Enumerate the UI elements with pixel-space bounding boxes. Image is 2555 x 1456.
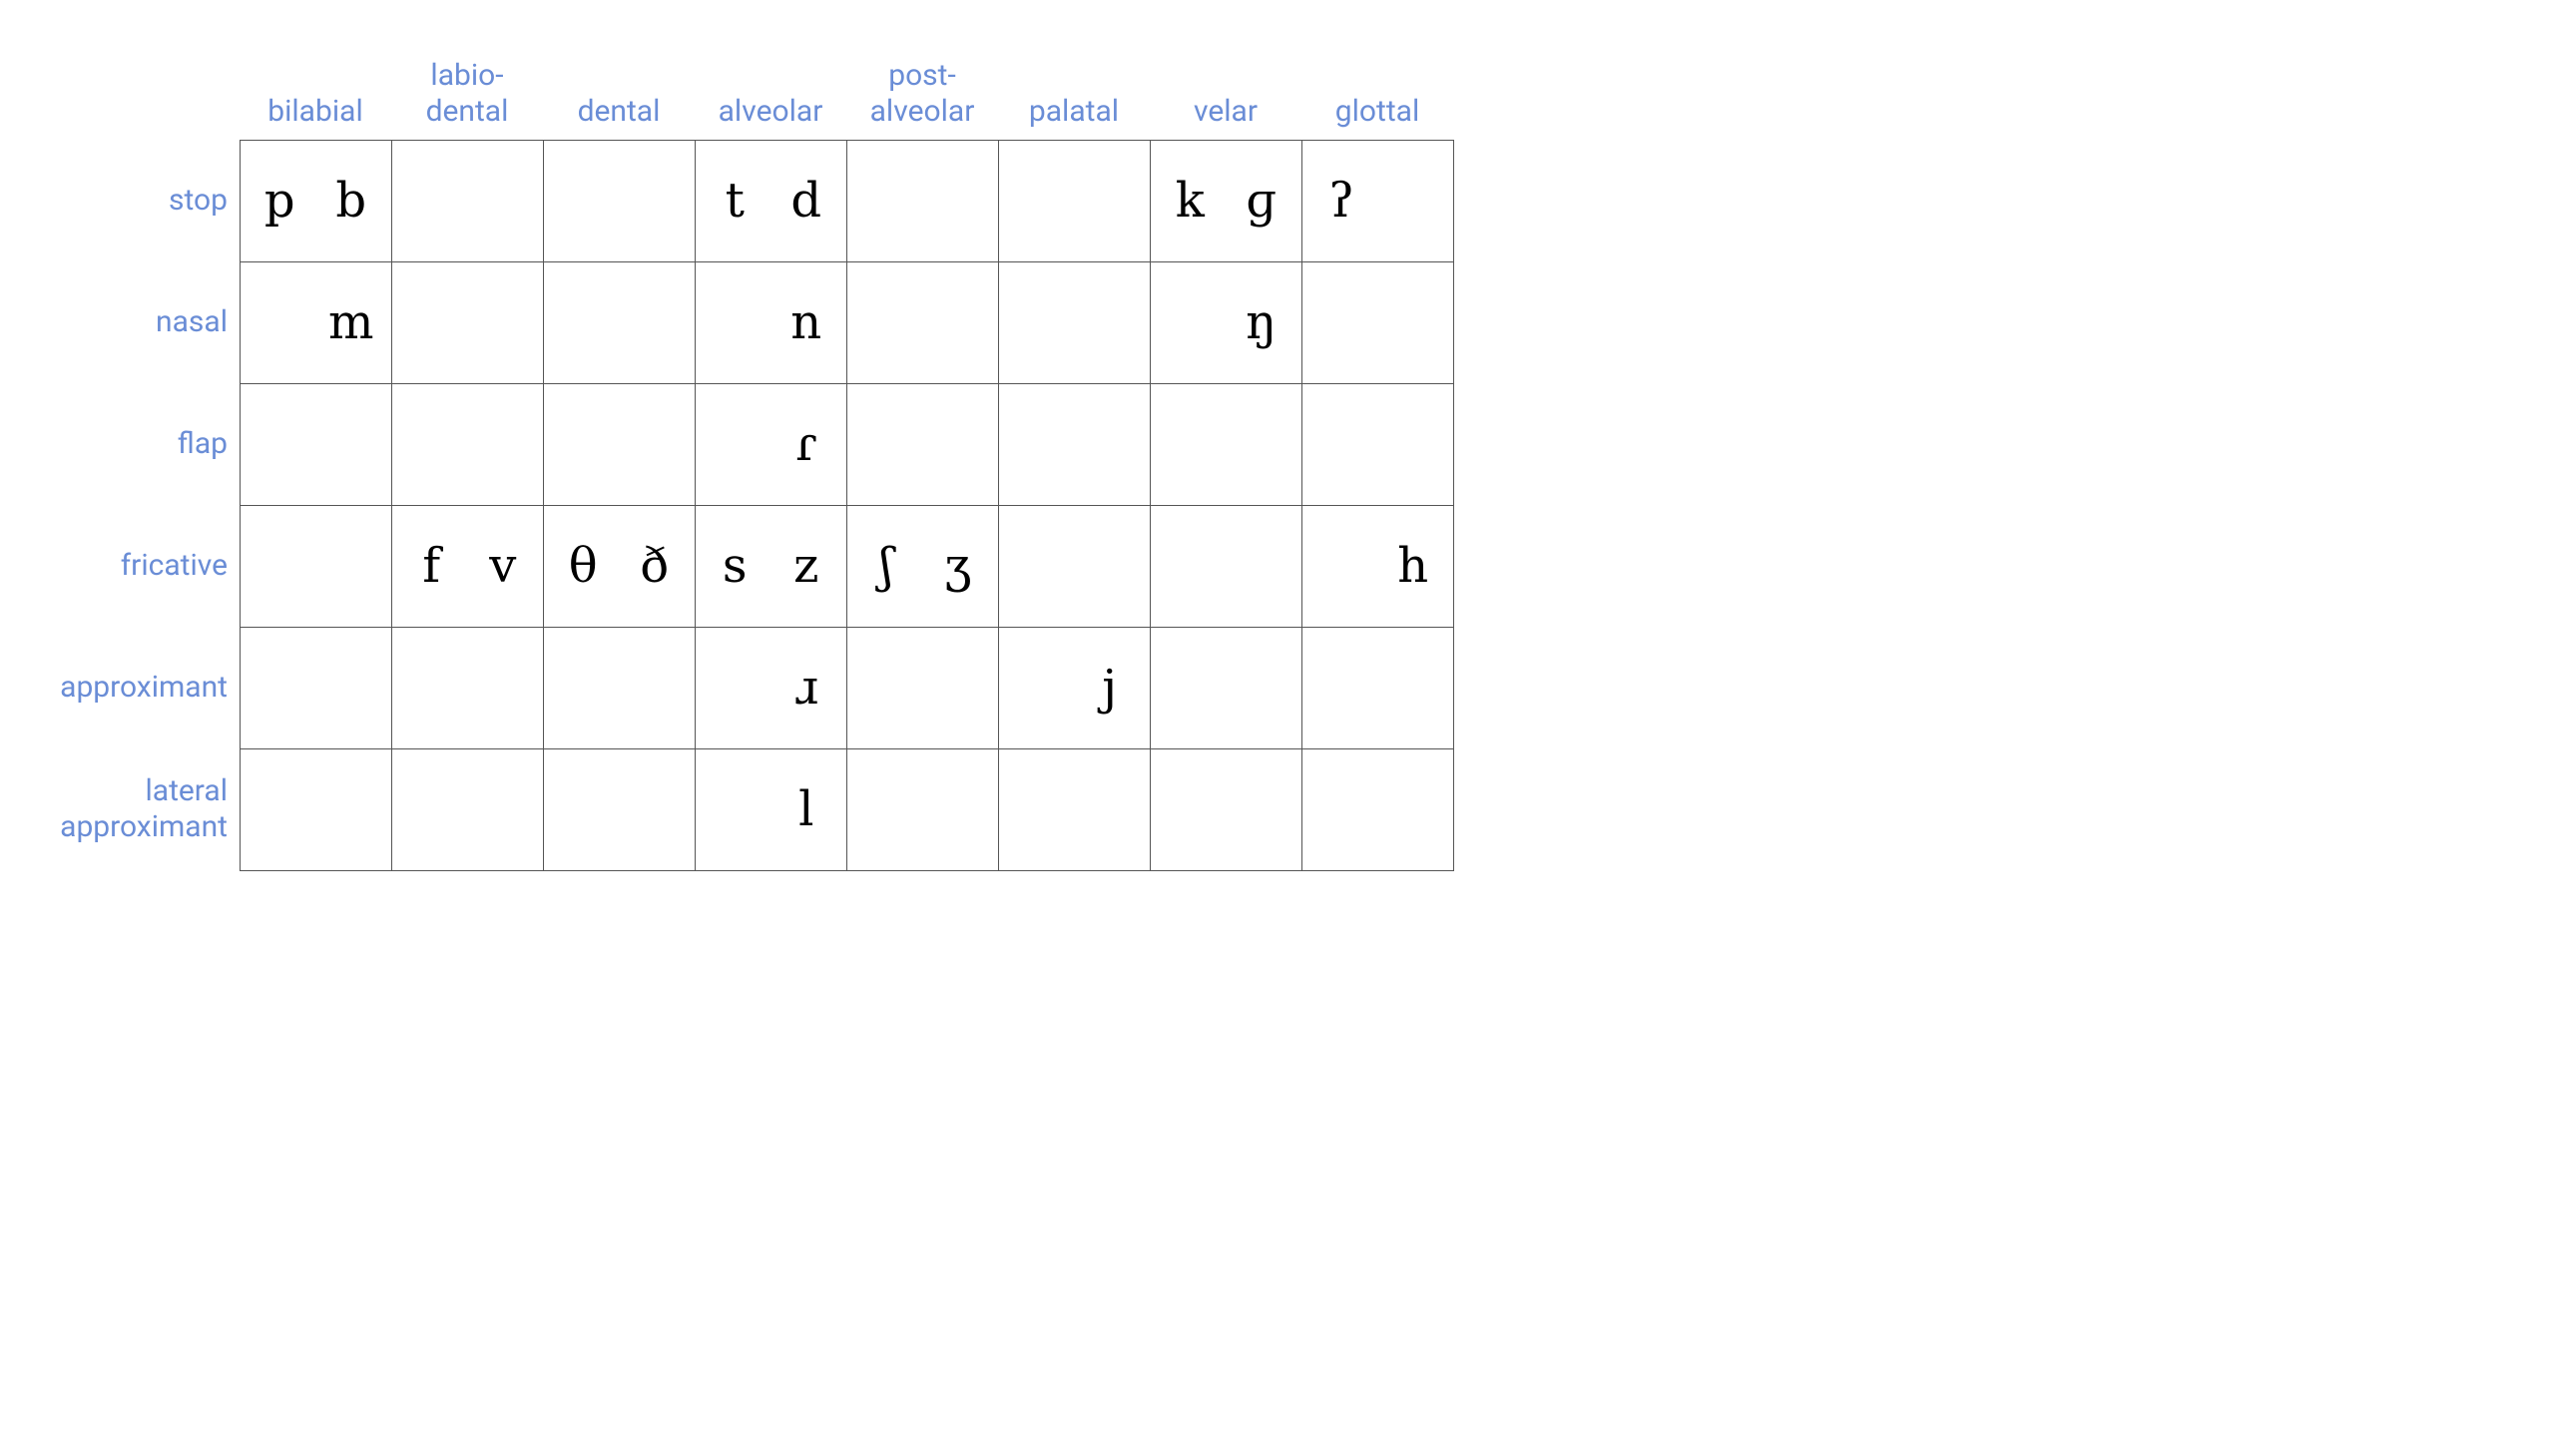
cell-stop-palatal	[998, 140, 1151, 262]
cell-fricative-palatal	[998, 505, 1151, 628]
phoneme: θ	[565, 542, 598, 590]
cell-lateral-palatal	[998, 748, 1151, 871]
cell-flap-bilabial	[240, 383, 392, 506]
chart-corner	[40, 40, 240, 140]
cell-fricative-glottal: h	[1301, 505, 1454, 628]
row-header-stop: stop	[40, 140, 240, 261]
cell-approximant-palatal: j	[998, 627, 1151, 749]
phoneme: ɾ	[795, 420, 821, 468]
phoneme: ɹ	[794, 664, 822, 712]
col-header-postalveolar: post- alveolar	[846, 40, 998, 140]
cell-approximant-dental	[543, 627, 696, 749]
cell-flap-postalveolar	[846, 383, 999, 506]
phoneme: z	[793, 542, 822, 590]
cell-nasal-glottal	[1301, 261, 1454, 384]
cell-flap-dental	[543, 383, 696, 506]
cell-nasal-postalveolar	[846, 261, 999, 384]
cell-lateral-labiodental	[391, 748, 544, 871]
cell-flap-labiodental	[391, 383, 544, 506]
row-header-flap: flap	[40, 383, 240, 505]
cell-fricative-postalveolar: ʃ ʒ	[846, 505, 999, 628]
phoneme: ŋ	[1246, 298, 1280, 346]
cell-stop-postalveolar	[846, 140, 999, 262]
cell-flap-velar	[1150, 383, 1302, 506]
cell-stop-velar: k ɡ	[1150, 140, 1302, 262]
col-header-velar: velar	[1150, 40, 1301, 140]
phoneme: t	[722, 177, 745, 225]
cell-fricative-alveolar: s z	[695, 505, 847, 628]
phoneme: ð	[640, 542, 673, 590]
col-header-labiodental: labio- dental	[391, 40, 543, 140]
phoneme: h	[1397, 542, 1432, 590]
cell-nasal-bilabial: m	[240, 261, 392, 384]
cell-lateral-postalveolar	[846, 748, 999, 871]
cell-nasal-alveolar: n	[695, 261, 847, 384]
phoneme: s	[719, 542, 748, 590]
cell-approximant-velar	[1150, 627, 1302, 749]
cell-flap-glottal	[1301, 383, 1454, 506]
phoneme: m	[328, 298, 378, 346]
phoneme: v	[489, 542, 520, 590]
cell-approximant-alveolar: ɹ	[695, 627, 847, 749]
phoneme: ɡ	[1246, 177, 1280, 225]
phoneme: n	[790, 298, 825, 346]
cell-approximant-glottal	[1301, 627, 1454, 749]
cell-nasal-labiodental	[391, 261, 544, 384]
phoneme: ʒ	[944, 542, 975, 590]
cell-fricative-bilabial	[240, 505, 392, 628]
cell-nasal-palatal	[998, 261, 1151, 384]
cell-stop-labiodental	[391, 140, 544, 262]
cell-lateral-bilabial	[240, 748, 392, 871]
cell-flap-palatal	[998, 383, 1151, 506]
col-header-dental: dental	[543, 40, 695, 140]
cell-stop-dental	[543, 140, 696, 262]
row-header-nasal: nasal	[40, 261, 240, 383]
row-header-lateral-approximant: lateral approximant	[40, 748, 240, 870]
phoneme: l	[798, 785, 817, 833]
cell-fricative-velar	[1150, 505, 1302, 628]
phoneme: f	[418, 542, 440, 590]
cell-approximant-labiodental	[391, 627, 544, 749]
phoneme: j	[1102, 664, 1121, 712]
cell-stop-bilabial: p b	[240, 140, 392, 262]
cell-nasal-velar: ŋ	[1150, 261, 1302, 384]
cell-stop-alveolar: t d	[695, 140, 847, 262]
phoneme: d	[790, 177, 825, 225]
cell-nasal-dental	[543, 261, 696, 384]
cell-lateral-alveolar: l	[695, 748, 847, 871]
phoneme: ʃ	[876, 542, 893, 590]
consonant-chart: bilabial labio- dental dental alveolar p…	[40, 40, 2515, 870]
col-header-glottal: glottal	[1301, 40, 1453, 140]
cell-lateral-dental	[543, 748, 696, 871]
cell-stop-glottal: ʔ	[1301, 140, 1454, 262]
col-header-alveolar: alveolar	[695, 40, 846, 140]
phoneme: p	[260, 177, 295, 225]
cell-approximant-bilabial	[240, 627, 392, 749]
cell-approximant-postalveolar	[846, 627, 999, 749]
cell-lateral-velar	[1150, 748, 1302, 871]
cell-fricative-dental: θ ð	[543, 505, 696, 628]
phoneme: ʔ	[1324, 177, 1354, 225]
cell-lateral-glottal	[1301, 748, 1454, 871]
col-header-palatal: palatal	[998, 40, 1150, 140]
phoneme: k	[1172, 177, 1205, 225]
phoneme: b	[335, 177, 370, 225]
cell-flap-alveolar: ɾ	[695, 383, 847, 506]
cell-fricative-labiodental: f v	[391, 505, 544, 628]
row-header-approximant: approximant	[40, 627, 240, 748]
row-header-fricative: fricative	[40, 505, 240, 627]
col-header-bilabial: bilabial	[240, 40, 391, 140]
